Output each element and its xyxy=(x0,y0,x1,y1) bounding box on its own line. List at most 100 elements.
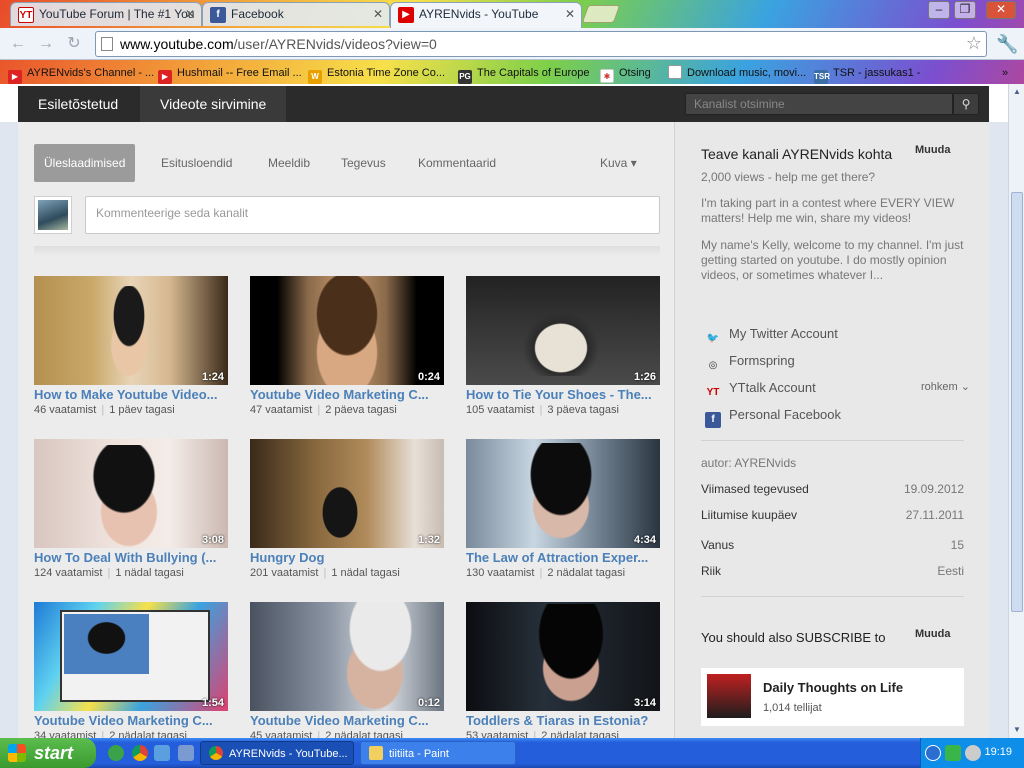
edit-subscribe-link[interactable]: Muuda xyxy=(915,628,950,640)
tab-browse-videos[interactable]: Videote sirvimine xyxy=(140,86,287,122)
tab-uploads[interactable]: Üleslaadimised xyxy=(34,144,136,182)
browser-tab-ayrenvids[interactable]: ▶ AYRENvids - YouTube ✕ xyxy=(390,2,582,28)
video-thumbnail[interactable]: 3:08 xyxy=(34,439,228,548)
video-item[interactable]: 1:32 Hungry Dog 201 vaatamist | 1 nädal ta… xyxy=(250,439,444,579)
video-item[interactable]: 1:54 Youtube Video Marketing C... 34 vaa… xyxy=(34,602,228,738)
channel-search-input[interactable]: Kanalist otsimine xyxy=(685,93,953,115)
video-title-link[interactable]: Hungry Dog xyxy=(250,550,444,565)
search-icon[interactable]: ⚲ xyxy=(953,93,979,115)
bookmark-item[interactable]: W Estonia Time Zone Co... xyxy=(308,64,445,84)
tray-expand-icon[interactable] xyxy=(925,745,941,761)
video-thumbnail[interactable]: 0:12 xyxy=(250,602,444,711)
video-item[interactable]: 3:14 Toddlers & Tiaras in Estonia? 53 va… xyxy=(466,602,660,738)
video-item[interactable]: 1:26 How to Tie Your Shoes - The... 105 … xyxy=(466,276,660,416)
video-item[interactable]: 0:12 Youtube Video Marketing C... 45 vaa… xyxy=(250,602,444,738)
tab-title: AYRENvids - YouTube xyxy=(419,7,539,21)
minimize-button[interactable]: – xyxy=(928,1,950,19)
address-bar[interactable]: www.youtube.com/user/AYRENvids/videos?vi… xyxy=(95,31,987,57)
video-meta: 124 vaatamist | 1 nädal tagasi xyxy=(34,567,184,579)
video-title-link[interactable]: Youtube Video Marketing C... xyxy=(250,713,444,728)
twitter-link[interactable]: 🐦 My Twitter Account xyxy=(705,326,838,347)
bookmark-item[interactable]: ✱ Otsing xyxy=(600,64,651,83)
subscribe-title: You should also SUBSCRIBE to xyxy=(701,630,886,645)
video-title-link[interactable]: Youtube Video Marketing C... xyxy=(34,713,228,728)
browser-tab-facebook[interactable]: f Facebook ✕ xyxy=(202,2,390,26)
utorrent-icon[interactable] xyxy=(108,745,124,761)
desktop-icon[interactable] xyxy=(154,745,170,761)
browser-tab-yt-forum[interactable]: YT YouTube Forum | The #1 You ✕ xyxy=(10,2,202,26)
taskbar-item-chrome[interactable]: AYRENvids - YouTube... xyxy=(200,741,354,765)
scroll-up-icon[interactable]: ▲ xyxy=(1011,86,1023,98)
info-row: Viimased tegevused 19.09.2012 xyxy=(701,482,964,496)
video-thumbnail[interactable]: 3:14 xyxy=(466,602,660,711)
wrench-icon[interactable]: 🔧 xyxy=(996,34,1018,55)
back-arrow-icon[interactable]: ← xyxy=(8,34,28,54)
window-close-button[interactable]: ✕ xyxy=(986,1,1016,19)
video-thumbnail[interactable]: 1:24 xyxy=(34,276,228,385)
bookmarks-overflow-icon[interactable]: » xyxy=(1002,64,1008,82)
tab-playlists[interactable]: Esitusloendid xyxy=(151,144,242,182)
suggested-channel-name[interactable]: Daily Thoughts on Life xyxy=(763,680,903,695)
windows-logo-icon xyxy=(8,744,26,762)
close-icon[interactable]: ✕ xyxy=(185,3,195,25)
video-meta: 46 vaatamist | 1 päev tagasi xyxy=(34,404,175,416)
video-title-link[interactable]: How to Make Youtube Video... xyxy=(34,387,228,402)
close-icon[interactable]: ✕ xyxy=(565,3,575,25)
video-thumbnail[interactable]: 1:32 xyxy=(250,439,444,548)
video-thumbnail[interactable]: 1:26 xyxy=(466,276,660,385)
more-link[interactable]: rohkem ⌄ xyxy=(921,380,970,393)
explorer-icon[interactable] xyxy=(178,745,194,761)
reload-icon[interactable]: ↻ xyxy=(64,34,84,54)
video-thumbnail[interactable]: 0:24 xyxy=(250,276,444,385)
page-icon xyxy=(101,37,113,51)
suggested-channel-card[interactable]: Daily Thoughts on Life 1,014 tellijat xyxy=(701,668,964,726)
tab-likes[interactable]: Meeldib xyxy=(258,144,320,182)
bookmark-item[interactable]: Download music, movi... xyxy=(668,64,806,82)
maximize-button[interactable]: ❐ xyxy=(954,1,976,19)
channel-thumbnail[interactable] xyxy=(707,674,751,718)
browser-tab-strip: YT YouTube Forum | The #1 You ✕ f Facebo… xyxy=(0,0,1024,28)
scroll-down-icon[interactable]: ▼ xyxy=(1011,724,1023,736)
facebook-icon: f xyxy=(705,412,721,428)
taskbar-item-paint[interactable]: tiitiita - Paint xyxy=(360,741,516,765)
author-label: autor: AYRENvids xyxy=(701,456,797,470)
facebook-link[interactable]: f Personal Facebook xyxy=(705,407,841,428)
star-icon[interactable]: ☆ xyxy=(966,33,982,54)
yttalk-icon: YT xyxy=(706,387,720,398)
hushmail-icon: ▶ xyxy=(158,70,172,84)
page-scrollbar[interactable]: ▲ ▼ xyxy=(1008,84,1024,738)
video-item[interactable]: 3:08 How To Deal With Bullying (... 124 … xyxy=(34,439,228,579)
video-title-link[interactable]: The Law of Attraction Exper... xyxy=(466,550,660,565)
video-title-link[interactable]: Youtube Video Marketing C... xyxy=(250,387,444,402)
security-icon[interactable] xyxy=(945,745,961,761)
channel-comment-input[interactable]: Kommenteerige seda kanalit xyxy=(85,196,660,234)
bookmark-item[interactable]: PG The Capitals of Europe xyxy=(458,64,590,84)
video-duration: 0:12 xyxy=(417,697,440,709)
video-item[interactable]: 1:24 How to Make Youtube Video... 46 vaa… xyxy=(34,276,228,416)
bookmark-item[interactable]: ▶ Hushmail -- Free Email ... xyxy=(158,64,302,84)
scrollbar-thumb[interactable] xyxy=(1011,192,1023,612)
bookmark-item[interactable]: ▶ AYRENvids's Channel - ... xyxy=(8,64,154,84)
formspring-link[interactable]: ◎ Formspring xyxy=(705,353,795,374)
video-title-link[interactable]: How To Deal With Bullying (... xyxy=(34,550,228,565)
forward-arrow-icon[interactable]: → xyxy=(36,34,56,54)
tab-comments[interactable]: Kommentaarid xyxy=(408,144,506,182)
video-thumbnail[interactable]: 1:54 xyxy=(34,602,228,711)
close-icon[interactable]: ✕ xyxy=(373,3,383,25)
bookmark-item[interactable]: TSR TSR - jassukas1 - xyxy=(814,64,920,84)
video-title-link[interactable]: Toddlers & Tiaras in Estonia? xyxy=(466,713,660,728)
chrome-icon[interactable] xyxy=(132,745,148,761)
tab-featured[interactable]: Esiletõstetud xyxy=(18,86,138,122)
video-item[interactable]: 4:34 The Law of Attraction Exper... 130 … xyxy=(466,439,660,579)
about-text-1: 2,000 views - help me get there? xyxy=(701,170,876,184)
video-thumbnail[interactable]: 4:34 xyxy=(466,439,660,548)
video-item[interactable]: 0:24 Youtube Video Marketing C... 47 vaa… xyxy=(250,276,444,416)
yttalk-link[interactable]: YT YTtalk Account xyxy=(705,380,816,401)
start-button[interactable]: start xyxy=(0,738,96,768)
edit-about-link[interactable]: Muuda xyxy=(915,144,950,156)
view-dropdown[interactable]: Kuva ▾ xyxy=(600,144,637,182)
network-icon[interactable] xyxy=(965,745,981,761)
tab-activity[interactable]: Tegevus xyxy=(331,144,396,182)
new-tab-button[interactable] xyxy=(581,5,621,23)
video-title-link[interactable]: How to Tie Your Shoes - The... xyxy=(466,387,660,402)
